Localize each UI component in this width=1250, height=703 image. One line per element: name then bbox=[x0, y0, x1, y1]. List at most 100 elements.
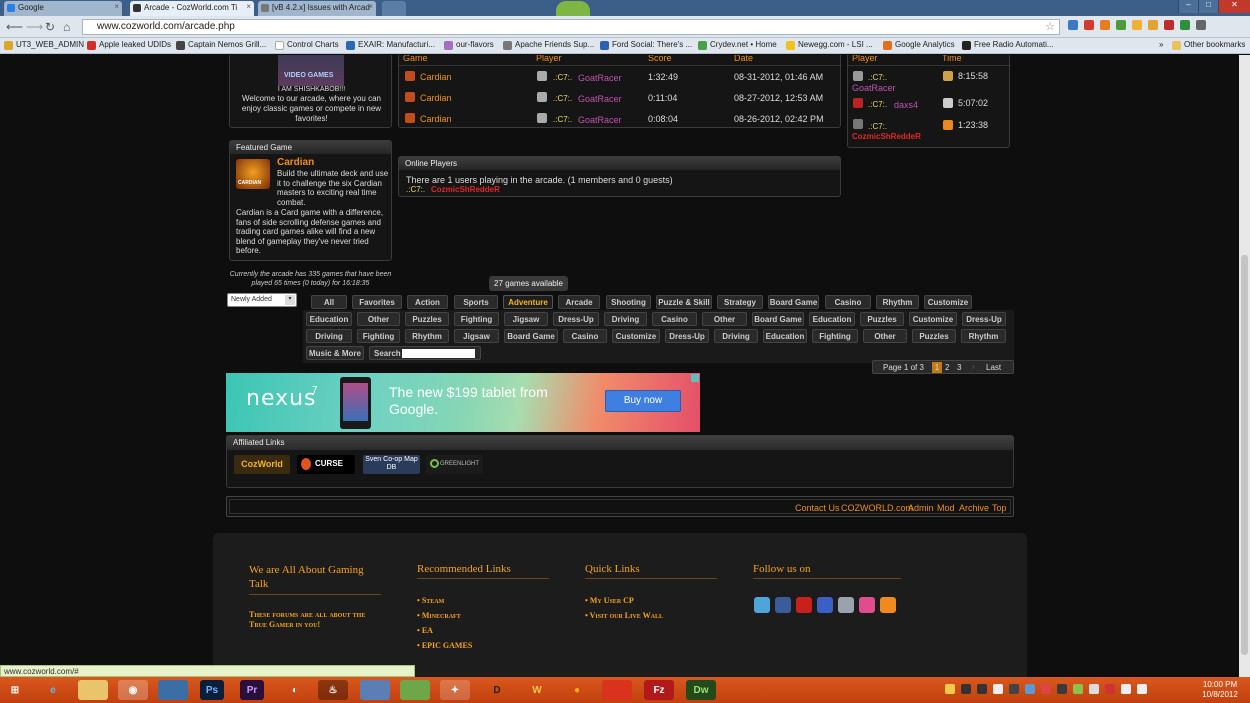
tab-dress-up[interactable]: Dress-Up bbox=[962, 312, 1006, 326]
tab-all[interactable]: All bbox=[311, 295, 347, 309]
tab-other[interactable]: Other bbox=[357, 312, 400, 326]
footer-link[interactable]: • Steam bbox=[417, 596, 444, 605]
clock[interactable]: 10:00 PM 10/8/2012 bbox=[1195, 680, 1245, 700]
back-icon[interactable]: ⟵ bbox=[6, 20, 23, 34]
tab-board-game[interactable]: Board Game bbox=[504, 329, 558, 343]
tab-fighting[interactable]: Fighting bbox=[357, 329, 400, 343]
file-explorer-icon[interactable] bbox=[78, 680, 108, 700]
tab-strategy[interactable]: Strategy bbox=[717, 295, 763, 309]
bookmark-item[interactable]: Control Charts bbox=[275, 40, 339, 50]
bookmark-item[interactable]: Newegg.com - LSI ... bbox=[786, 40, 873, 50]
tab-casino[interactable]: Casino bbox=[652, 312, 697, 326]
dribbble-icon[interactable] bbox=[859, 597, 875, 613]
wow-icon[interactable]: W bbox=[522, 680, 552, 700]
daemon-tools-icon[interactable]: D bbox=[482, 680, 512, 700]
gmail-icon[interactable] bbox=[1084, 20, 1094, 30]
extension-icon[interactable] bbox=[1132, 20, 1142, 30]
greenlight-logo[interactable]: GREENLIGHT bbox=[426, 455, 483, 474]
player-link[interactable]: GoatRacer bbox=[578, 115, 622, 125]
tab-rhythm[interactable]: Rhythm bbox=[961, 329, 1006, 343]
bookmark-item[interactable]: Free Radio Automati... bbox=[962, 40, 1054, 50]
reload-icon[interactable]: ↻ bbox=[45, 20, 55, 34]
tab-education[interactable]: Education bbox=[809, 312, 855, 326]
youtube-icon[interactable] bbox=[796, 597, 812, 613]
tab-education[interactable]: Education bbox=[763, 329, 807, 343]
cardian-icon[interactable]: CARDIAN bbox=[236, 159, 270, 189]
tray-icon[interactable] bbox=[1041, 684, 1051, 694]
bookmark-item[interactable]: Apple leaked UDIDs bbox=[87, 40, 171, 50]
bookmarks-overflow-icon[interactable]: » bbox=[1155, 40, 1163, 49]
nexus-ad-banner[interactable]: nexus 7 The new $199 tablet from Google.… bbox=[226, 373, 700, 432]
contact-us-link[interactable]: Contact Us bbox=[795, 503, 840, 513]
photoshop-icon[interactable]: Ps bbox=[200, 680, 224, 700]
footer-link[interactable]: • Minecraft bbox=[417, 611, 461, 620]
chevron-down-icon[interactable]: ▾ bbox=[285, 295, 295, 305]
tab-adventure[interactable]: Adventure bbox=[503, 295, 553, 309]
bookmark-item[interactable]: EXAIR: Manufacturi... bbox=[346, 40, 435, 50]
tab-action[interactable]: Action bbox=[407, 295, 448, 309]
other-bookmarks[interactable]: Other bookmarks bbox=[1172, 40, 1245, 50]
tray-icon[interactable] bbox=[1009, 684, 1019, 694]
curse-logo[interactable]: CURSE bbox=[297, 455, 355, 474]
tab-rhythm[interactable]: Rhythm bbox=[405, 329, 449, 343]
tab-dress-up[interactable]: Dress-Up bbox=[665, 329, 709, 343]
player-link[interactable]: CozmicShReddeR bbox=[852, 132, 921, 141]
buy-now-button[interactable]: Buy now bbox=[605, 390, 681, 412]
tray-icon[interactable] bbox=[993, 684, 1003, 694]
extension-icon[interactable] bbox=[1100, 20, 1110, 30]
tab-casino[interactable]: Casino bbox=[563, 329, 607, 343]
tray-icon[interactable] bbox=[1089, 684, 1099, 694]
sort-select[interactable]: Newly Added ▾ bbox=[227, 293, 297, 307]
cozworld-logo[interactable]: CozWorld bbox=[234, 455, 290, 474]
start-button[interactable]: ⊞ bbox=[2, 680, 28, 700]
premiere-icon[interactable]: Pr bbox=[240, 680, 264, 700]
footer-link[interactable]: • Visit our Live Wall bbox=[585, 611, 663, 620]
flickr-icon[interactable] bbox=[817, 597, 833, 613]
mod-link[interactable]: Mod bbox=[937, 503, 955, 513]
bookmark-item[interactable]: Google Analytics bbox=[883, 40, 955, 50]
tab-education[interactable]: Education bbox=[306, 312, 352, 326]
tab-driving[interactable]: Driving bbox=[714, 329, 758, 343]
tab-fighting[interactable]: Fighting bbox=[812, 329, 858, 343]
weather-icon[interactable] bbox=[1148, 20, 1158, 30]
close-tab-icon[interactable]: × bbox=[114, 2, 119, 11]
last-page-link[interactable]: Last bbox=[986, 363, 1001, 372]
extension-icon[interactable] bbox=[1116, 20, 1126, 30]
tab-shooting[interactable]: Shooting bbox=[606, 295, 651, 309]
sven-coop-logo[interactable]: Sven Co-op Map DB bbox=[363, 455, 420, 474]
browser-tab-vbulletin[interactable]: [vB 4.2.x] Issues with Arcad × bbox=[258, 1, 376, 16]
notepad-icon[interactable] bbox=[400, 680, 430, 700]
archive-link[interactable]: Archive bbox=[959, 503, 989, 513]
remote-desktop-icon[interactable] bbox=[158, 680, 188, 700]
rss-icon[interactable] bbox=[880, 597, 896, 613]
featured-game-link[interactable]: Cardian bbox=[277, 157, 314, 168]
close-tab-icon[interactable]: × bbox=[246, 2, 251, 11]
tab-puzzles[interactable]: Puzzles bbox=[912, 329, 956, 343]
footer-link[interactable]: • EPIC GAMES bbox=[417, 641, 472, 650]
dreamweaver-icon[interactable]: Dw bbox=[686, 680, 716, 700]
steam-icon[interactable]: ♨ bbox=[318, 680, 348, 700]
tab-casino[interactable]: Casino bbox=[825, 295, 871, 309]
search-input[interactable] bbox=[402, 349, 475, 358]
tab-board-game[interactable]: Board Game bbox=[752, 312, 804, 326]
extension-icon[interactable] bbox=[1164, 20, 1174, 30]
maximize-button[interactable]: □ bbox=[1198, 0, 1218, 13]
bookmark-item[interactable]: UT3_WEB_ADMIN bbox=[4, 40, 84, 50]
page-3[interactable]: 3 bbox=[957, 363, 961, 372]
tab-dress-up[interactable]: Dress-Up bbox=[553, 312, 599, 326]
tab-driving[interactable]: Driving bbox=[604, 312, 647, 326]
page-1[interactable]: 1 bbox=[932, 362, 942, 373]
delicious-icon[interactable] bbox=[838, 597, 854, 613]
bookmark-item[interactable]: Apache Friends Sup... bbox=[503, 40, 594, 50]
tray-icon[interactable] bbox=[961, 684, 971, 694]
extension-icon[interactable] bbox=[1180, 20, 1190, 30]
twitter-icon[interactable] bbox=[754, 597, 770, 613]
online-member-link[interactable]: CozmicShReddeR bbox=[431, 185, 500, 194]
bookmark-item[interactable]: Crydev.net • Home bbox=[698, 40, 777, 50]
filezilla-icon[interactable]: Fz bbox=[644, 680, 674, 700]
media-player-icon[interactable]: ◐ bbox=[280, 680, 310, 700]
volume-icon[interactable] bbox=[1137, 684, 1147, 694]
tab-favorites[interactable]: Favorites bbox=[352, 295, 402, 309]
tab-customize[interactable]: Customize bbox=[612, 329, 660, 343]
player-link[interactable]: GoatRacer bbox=[578, 94, 622, 104]
